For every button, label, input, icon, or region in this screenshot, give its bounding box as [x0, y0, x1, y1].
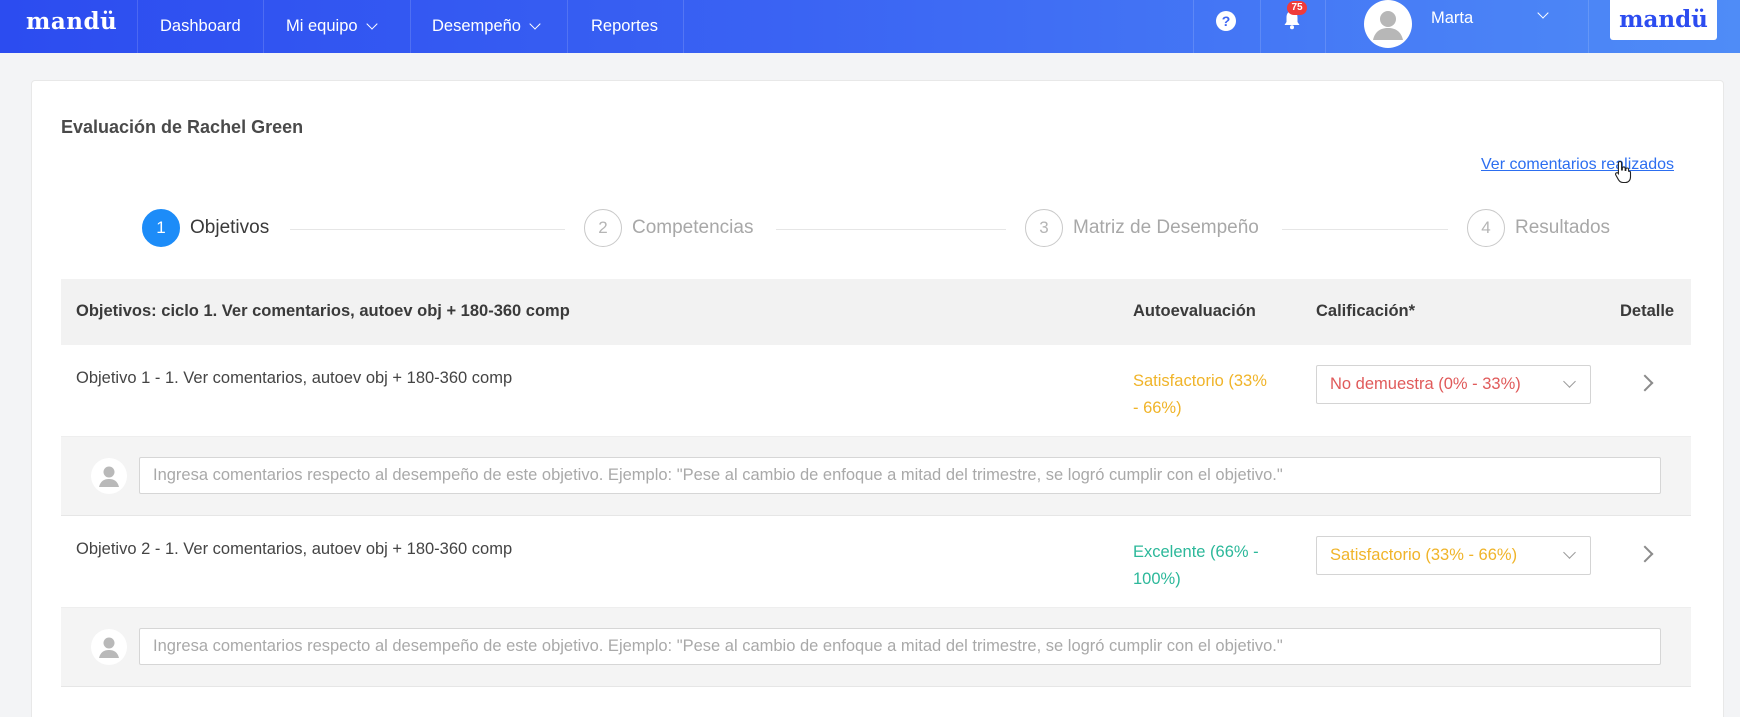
- self-evaluation-value: Satisfactorio (33% - 66%): [1133, 372, 1267, 417]
- view-comments-link[interactable]: Ver comentarios realizados: [1481, 156, 1674, 174]
- nav-separator: [1260, 0, 1261, 53]
- user-menu-chevron-icon[interactable]: [1537, 7, 1549, 19]
- commenter-avatar: [91, 629, 127, 665]
- commenter-avatar: [91, 458, 127, 494]
- step-resultados[interactable]: 4 Resultados: [1467, 209, 1610, 247]
- rating-select-value: Satisfactorio (33% - 66%): [1330, 546, 1518, 564]
- nav-reportes-label: Reportes: [591, 16, 658, 35]
- nav-separator: [1325, 0, 1326, 53]
- page-title: Evaluación de Rachel Green: [61, 117, 304, 137]
- objective-comment-input[interactable]: [139, 628, 1661, 665]
- hand-pointer-icon: [1615, 160, 1632, 184]
- objective-row: Objetivo 2 - 1. Ver comentarios, autoev …: [61, 516, 1691, 608]
- comment-row: [61, 608, 1691, 687]
- step-label: Objetivos: [190, 217, 270, 238]
- header-detail: Detalle: [1620, 302, 1675, 320]
- step-competencias[interactable]: 2 Competencias: [584, 209, 753, 247]
- nav-separator: [567, 0, 568, 53]
- user-avatar[interactable]: [1364, 0, 1412, 48]
- user-silhouette-icon: [1373, 11, 1403, 40]
- step-number: 3: [1025, 209, 1063, 247]
- company-logo: mandü: [1610, 0, 1717, 40]
- user-silhouette-icon: [99, 466, 119, 487]
- nav-separator: [137, 0, 138, 53]
- stepper-connector: [290, 229, 565, 230]
- header-objectives: Objetivos: ciclo 1. Ver comentarios, aut…: [76, 302, 570, 320]
- step-label: Competencias: [632, 217, 754, 238]
- top-navbar: mandü Dashboard Mi equipo Desempeño Repo…: [0, 0, 1740, 53]
- header-rating: Calificación*: [1316, 302, 1416, 320]
- objective-title: Objetivo 2 - 1. Ver comentarios, autoev …: [76, 540, 513, 558]
- step-label: Resultados: [1515, 217, 1611, 238]
- header-self-evaluation: Autoevaluación: [1133, 302, 1256, 320]
- objective-comment-input[interactable]: [139, 457, 1661, 494]
- rating-select[interactable]: Satisfactorio (33% - 66%): [1316, 536, 1591, 575]
- chevron-down-icon: [529, 18, 541, 30]
- rating-select-value: No demuestra (0% - 33%): [1330, 375, 1521, 393]
- nav-separator: [410, 0, 411, 53]
- comment-row: [61, 437, 1691, 516]
- chevron-down-icon: [1563, 546, 1576, 559]
- step-matriz-desempeno[interactable]: 3 Matriz de Desempeño: [1025, 209, 1259, 247]
- nav-separator: [1193, 0, 1194, 53]
- help-icon[interactable]: ?: [1216, 11, 1236, 31]
- self-evaluation-value: Excelente (66% - 100%): [1133, 543, 1259, 588]
- nav-mi-equipo-label: Mi equipo: [286, 16, 358, 35]
- nav-separator: [1588, 0, 1589, 53]
- step-label: Matriz de Desempeño: [1073, 217, 1259, 238]
- stepper-connector: [776, 229, 1006, 230]
- rating-select[interactable]: No demuestra (0% - 33%): [1316, 365, 1591, 404]
- nav-dashboard-label: Dashboard: [160, 16, 241, 35]
- nav-mi-equipo[interactable]: Mi equipo: [286, 11, 378, 41]
- brand-logo[interactable]: mandü: [26, 8, 117, 35]
- nav-reportes[interactable]: Reportes: [591, 11, 658, 41]
- objective-title: Objetivo 1 - 1. Ver comentarios, autoev …: [76, 369, 513, 387]
- nav-desempeno[interactable]: Desempeño: [432, 11, 541, 41]
- step-number: 4: [1467, 209, 1505, 247]
- chevron-right-icon[interactable]: [1636, 545, 1654, 563]
- chevron-right-icon[interactable]: [1636, 374, 1654, 392]
- nav-dashboard[interactable]: Dashboard: [160, 11, 241, 41]
- chevron-down-icon: [365, 18, 378, 30]
- objective-row: Objetivo 1 - 1. Ver comentarios, autoev …: [61, 345, 1691, 437]
- step-number: 1: [142, 209, 180, 247]
- notification-count-badge: 75: [1287, 1, 1307, 15]
- user-name[interactable]: Marta: [1431, 9, 1473, 28]
- nav-separator: [683, 0, 684, 53]
- nav-separator: [263, 0, 264, 53]
- user-silhouette-icon: [99, 637, 119, 658]
- chevron-down-icon: [1563, 375, 1576, 388]
- step-number: 2: [584, 209, 622, 247]
- nav-desempeno-label: Desempeño: [432, 16, 521, 35]
- step-objetivos[interactable]: 1 Objetivos: [142, 209, 269, 247]
- stepper-connector: [1282, 229, 1448, 230]
